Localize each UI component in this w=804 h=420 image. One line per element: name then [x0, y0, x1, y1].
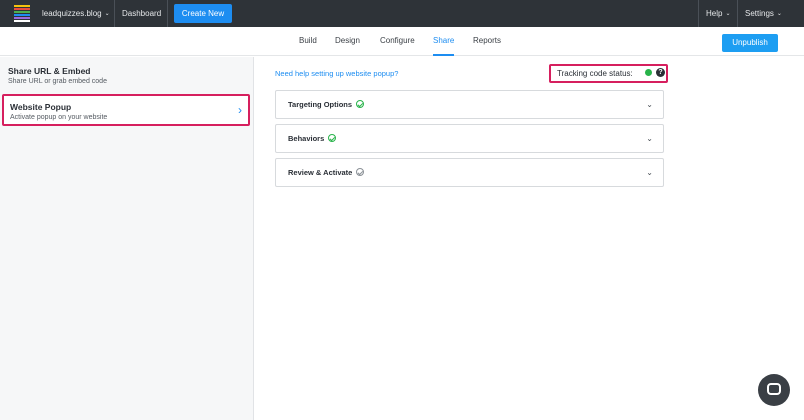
divider	[167, 0, 168, 27]
chevron-down-icon: ⌄	[725, 11, 731, 17]
sidebar-item-subtitle: Share URL or grab embed code	[8, 78, 107, 85]
divider	[737, 0, 738, 27]
settings-label: Settings	[745, 9, 774, 18]
top-navigation-bar: leadquizzes.blog ⌄ Dashboard Create New H…	[0, 0, 804, 27]
popup-help-link[interactable]: Need help setting up website popup?	[275, 69, 398, 78]
leadquizzes-logo-icon[interactable]	[14, 5, 30, 22]
tab-build[interactable]: Build	[299, 27, 317, 56]
sidebar-item-website-popup[interactable]: Website Popup Activate popup on your web…	[2, 94, 250, 126]
unpublish-button[interactable]: Unpublish	[722, 34, 778, 52]
tab-reports[interactable]: Reports	[473, 27, 501, 56]
share-sidebar: Share URL & Embed Share URL or grab embe…	[0, 57, 254, 420]
help-label: Help	[706, 9, 723, 18]
chevron-down-icon: ⌄	[646, 134, 653, 143]
quiz-tabs-bar: Build Design Configure Share Reports Unp…	[0, 27, 804, 56]
chevron-down-icon: ⌄	[104, 11, 110, 17]
sidebar-item-subtitle: Activate popup on your website	[10, 114, 108, 121]
tracking-code-status: Tracking code status: ?	[549, 64, 668, 83]
sidebar-item-title: Share URL & Embed	[8, 66, 91, 76]
targeting-options-panel[interactable]: Targeting Options ⌄	[275, 90, 664, 119]
tracking-code-label: Tracking code status:	[557, 69, 633, 78]
chevron-down-icon: ⌄	[776, 11, 782, 17]
status-dot-icon	[645, 69, 652, 76]
settings-dropdown[interactable]: Settings ⌄	[745, 0, 782, 27]
check-circle-icon	[328, 134, 337, 142]
tab-configure[interactable]: Configure	[380, 27, 415, 56]
divider	[114, 0, 115, 27]
tab-design[interactable]: Design	[335, 27, 360, 56]
sidebar-item-title: Website Popup	[10, 102, 72, 112]
site-selector-label: leadquizzes.blog	[42, 9, 102, 18]
panel-label: Review & Activate	[288, 168, 353, 177]
create-new-button[interactable]: Create New	[174, 4, 232, 23]
chevron-down-icon: ⌄	[646, 100, 653, 109]
chevron-down-icon: ⌄	[646, 168, 653, 177]
check-circle-outline-icon	[356, 168, 365, 176]
tab-share[interactable]: Share	[433, 27, 455, 56]
divider	[698, 0, 699, 27]
behaviors-panel[interactable]: Behaviors ⌄	[275, 124, 664, 153]
dashboard-link[interactable]: Dashboard	[122, 0, 161, 27]
sidebar-item-share-url-embed[interactable]: Share URL & Embed Share URL or grab embe…	[2, 60, 250, 92]
check-circle-icon	[356, 100, 365, 108]
chat-bubble-icon[interactable]	[758, 374, 790, 406]
review-activate-panel[interactable]: Review & Activate ⌄	[275, 158, 664, 187]
panel-label: Behaviors	[288, 134, 325, 143]
site-selector-dropdown[interactable]: leadquizzes.blog ⌄	[42, 0, 110, 27]
help-dropdown[interactable]: Help ⌄	[706, 0, 730, 27]
panel-label: Targeting Options	[288, 100, 353, 109]
question-mark-icon[interactable]: ?	[656, 68, 665, 77]
chevron-right-icon: ›	[238, 103, 242, 117]
